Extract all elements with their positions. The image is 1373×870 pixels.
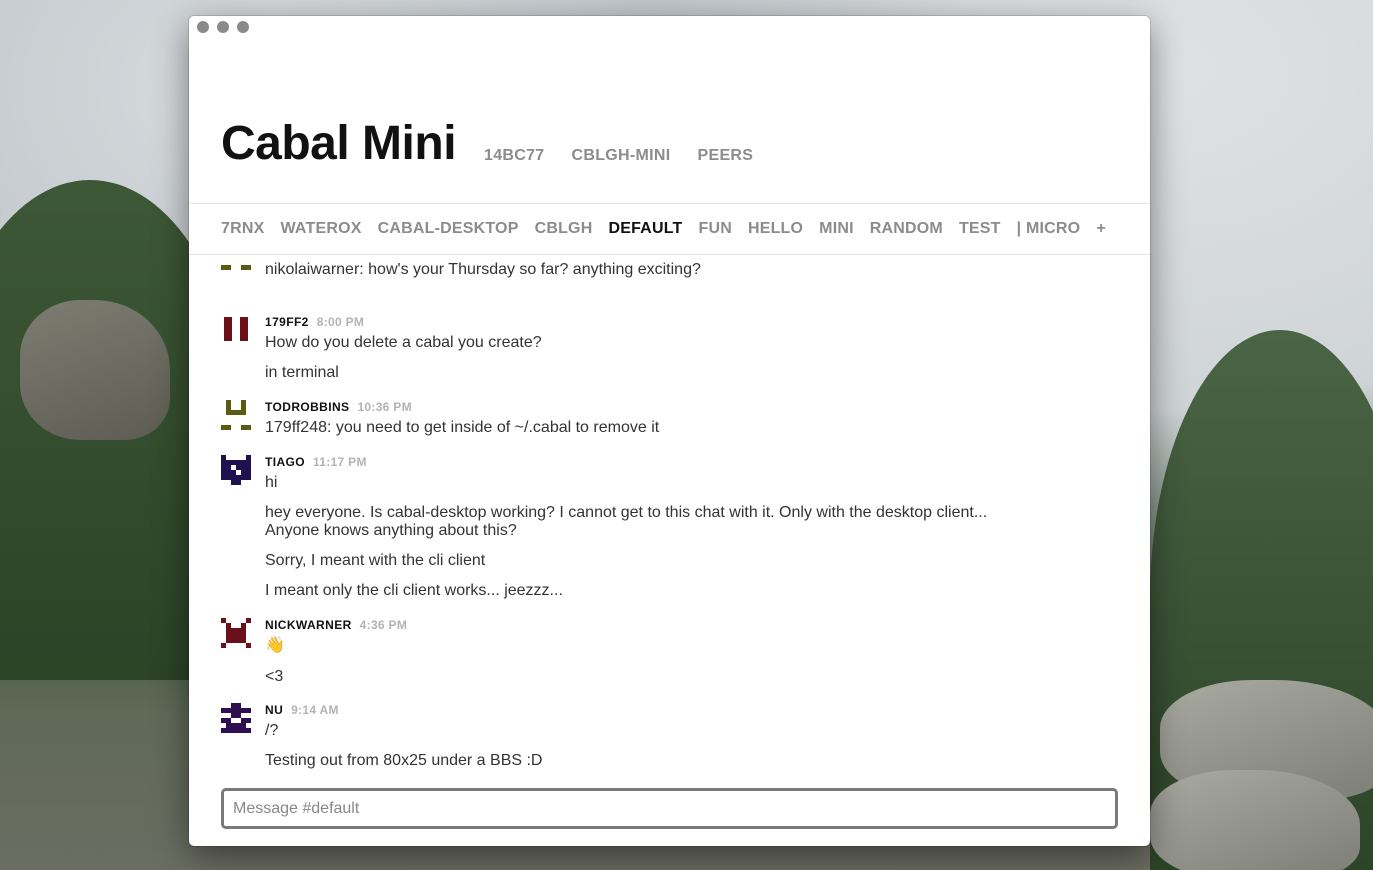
cabal-meta: 14BC77 CBLGH-MINI PEERS [484, 147, 753, 165]
message-header: NICKWARNER 4:36 PM [265, 618, 407, 632]
identicon-olive [221, 265, 251, 270]
avatar[interactable] [221, 317, 251, 347]
message-author[interactable]: NICKWARNER [265, 618, 352, 632]
message-text: /? [265, 722, 279, 739]
message-text: 👋 [265, 637, 285, 654]
avatar[interactable] [221, 455, 251, 485]
cabal-title: Cabal Mini [221, 117, 457, 170]
message-list[interactable]: nikolaiwarner: how's your Thursday so fa… [189, 256, 1150, 776]
message-text: hey everyone. Is cabal-desktop working? … [265, 504, 988, 521]
message-text: 179ff248: you need to get inside of ~/.c… [265, 419, 660, 436]
background-rock [20, 300, 170, 440]
message-header: TODROBBINS 10:36 PM [265, 400, 412, 414]
cabal-nick[interactable]: CBLGH-MINI [572, 147, 671, 165]
message-text: <3 [265, 668, 284, 685]
tab-default[interactable]: DEFAULT [608, 220, 682, 238]
message-text: I meant only the cli client works... jee… [265, 582, 563, 599]
avatar[interactable] [221, 400, 251, 430]
message-author[interactable]: TIAGO [265, 455, 305, 469]
message-text: nikolaiwarner: how's your Thursday so fa… [265, 261, 701, 278]
message-timestamp: 11:17 PM [313, 455, 367, 469]
message-text: hi [265, 474, 278, 491]
message-timestamp: 8:00 PM [316, 315, 365, 329]
cabal-key[interactable]: 14BC77 [484, 147, 545, 165]
message-text: Anyone knows anything about this? [265, 522, 517, 539]
message-composer [221, 788, 1118, 829]
app-window: Cabal Mini 14BC77 CBLGH-MINI PEERS 7RNX … [189, 16, 1150, 846]
message-author[interactable]: NU [265, 703, 283, 717]
peers-link[interactable]: PEERS [698, 147, 754, 165]
identicon-maroon [224, 317, 248, 341]
message-author[interactable]: TODROBBINS [265, 400, 349, 414]
avatar[interactable] [221, 703, 251, 733]
tab-cabal-desktop[interactable]: CABAL-DESKTOP [378, 220, 519, 238]
add-channel-button[interactable]: + [1096, 220, 1105, 238]
tab-7rnx[interactable]: 7RNX [221, 220, 264, 238]
identicon-olive [221, 400, 251, 430]
message-header: NU 9:14 AM [265, 703, 339, 717]
channel-tabs: 7RNX WATEROX CABAL-DESKTOP CBLGH DEFAULT… [189, 204, 1150, 255]
message-header: 179FF2 8:00 PM [265, 315, 364, 329]
identicon-purple [221, 703, 251, 733]
tab-micro[interactable]: | MICRO [1017, 220, 1081, 238]
message-input[interactable] [224, 791, 1115, 826]
identicon-navy [221, 455, 251, 485]
tab-waterox[interactable]: WATEROX [280, 220, 361, 238]
background-rock [1150, 770, 1360, 870]
message-text: in terminal [265, 364, 339, 381]
message-author[interactable]: 179FF2 [265, 315, 309, 329]
avatar[interactable] [221, 256, 251, 270]
message-header: TIAGO 11:17 PM [265, 455, 367, 469]
cabal-header: Cabal Mini 14BC77 CBLGH-MINI PEERS [189, 16, 1150, 204]
message-text: Testing out from 80x25 under a BBS :D [265, 752, 543, 769]
message-timestamp: 10:36 PM [357, 400, 412, 414]
avatar[interactable] [221, 618, 251, 648]
tab-random[interactable]: RANDOM [870, 220, 943, 238]
message-text: Sorry, I meant with the cli client [265, 552, 486, 569]
tab-mini[interactable]: MINI [819, 220, 854, 238]
tab-hello[interactable]: HELLO [748, 220, 803, 238]
identicon-maroon-face [221, 618, 251, 648]
tab-fun[interactable]: FUN [698, 220, 731, 238]
tab-cblgh[interactable]: CBLGH [535, 220, 593, 238]
message-timestamp: 4:36 PM [359, 618, 408, 632]
message-text: How do you delete a cabal you create? [265, 334, 542, 351]
message-timestamp: 9:14 AM [291, 703, 339, 717]
tab-test[interactable]: TEST [959, 220, 1001, 238]
